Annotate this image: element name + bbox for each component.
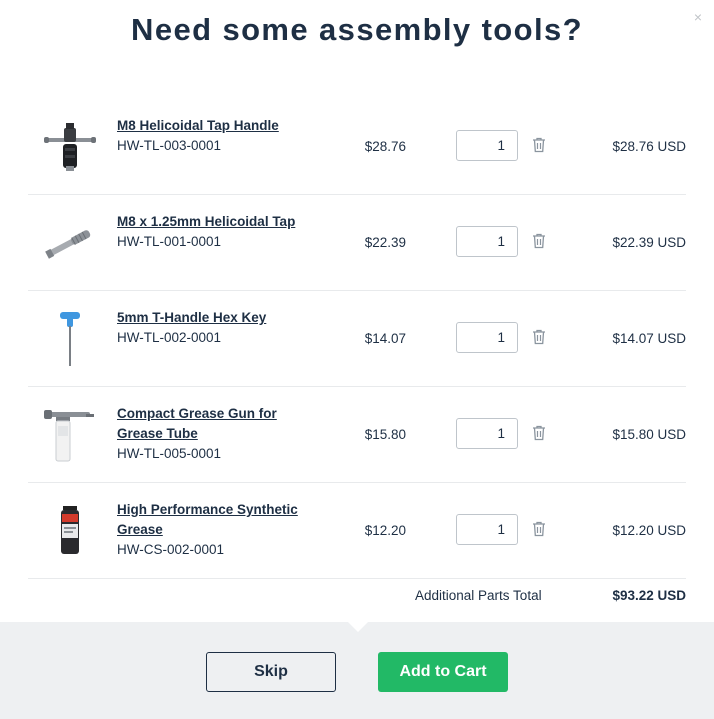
trash-icon[interactable] xyxy=(532,329,546,345)
item-row: High Performance Synthetic Grease HW-CS-… xyxy=(28,483,686,579)
item-sku: HW-CS-002-0001 xyxy=(117,542,225,557)
quantity-input[interactable] xyxy=(456,226,518,257)
trash-icon[interactable] xyxy=(532,521,546,537)
trash-icon[interactable] xyxy=(532,425,546,441)
item-row: M8 x 1.25mm Helicoidal Tap HW-TL-001-000… xyxy=(28,195,686,291)
item-row: M8 Helicoidal Tap Handle HW-TL-003-0001 … xyxy=(28,99,686,195)
skip-button[interactable]: Skip xyxy=(206,652,336,692)
item-price: $14.07 xyxy=(364,331,406,346)
trash-icon[interactable] xyxy=(532,137,546,153)
tap-handle-image xyxy=(42,117,98,177)
grease-tube-image xyxy=(42,501,98,561)
item-list: M8 Helicoidal Tap Handle HW-TL-003-0001 … xyxy=(28,99,686,579)
add-to-cart-button[interactable]: Add to Cart xyxy=(378,652,508,692)
item-line-total: $14.07 USD xyxy=(612,331,686,346)
item-name-link[interactable]: High Performance Synthetic Grease xyxy=(117,500,317,540)
quantity-input[interactable] xyxy=(456,130,518,161)
parts-total-value: $93.22 USD xyxy=(612,588,686,603)
item-line-total: $28.76 USD xyxy=(612,139,686,154)
item-sku: HW-TL-003-0001 xyxy=(117,138,222,153)
item-price: $15.80 xyxy=(364,427,406,442)
item-name-link[interactable]: 5mm T-Handle Hex Key xyxy=(117,308,317,328)
hex-key-image xyxy=(42,309,98,369)
modal-title: Need some assembly tools? xyxy=(131,12,583,47)
item-line-total: $12.20 USD xyxy=(612,523,686,538)
item-price: $12.20 xyxy=(364,523,406,538)
tap-image xyxy=(42,213,98,273)
item-sku: HW-TL-005-0001 xyxy=(117,446,222,461)
parts-total-label: Additional Parts Total xyxy=(415,588,542,603)
item-price: $22.39 xyxy=(364,235,406,250)
modal-footer: Skip Add to Cart xyxy=(0,621,714,719)
quantity-input[interactable] xyxy=(456,514,518,545)
grease-gun-image xyxy=(42,405,98,465)
quantity-input[interactable] xyxy=(456,418,518,449)
parts-total-row: Additional Parts Total $93.22 USD xyxy=(28,577,686,617)
item-name-link[interactable]: M8 Helicoidal Tap Handle xyxy=(117,116,317,136)
item-price: $28.76 xyxy=(364,139,406,154)
item-sku: HW-TL-002-0001 xyxy=(117,330,222,345)
item-sku: HW-TL-001-0001 xyxy=(117,234,222,249)
item-line-total: $15.80 USD xyxy=(612,427,686,442)
item-row: Compact Grease Gun for Grease Tube HW-TL… xyxy=(28,387,686,483)
quantity-input[interactable] xyxy=(456,322,518,353)
item-row: 5mm T-Handle Hex Key HW-TL-002-0001 $14.… xyxy=(28,291,686,387)
item-name-link[interactable]: M8 x 1.25mm Helicoidal Tap xyxy=(117,212,317,232)
trash-icon[interactable] xyxy=(532,233,546,249)
footer-notch xyxy=(347,621,369,632)
item-line-total: $22.39 USD xyxy=(612,235,686,250)
item-name-link[interactable]: Compact Grease Gun for Grease Tube xyxy=(117,404,317,444)
